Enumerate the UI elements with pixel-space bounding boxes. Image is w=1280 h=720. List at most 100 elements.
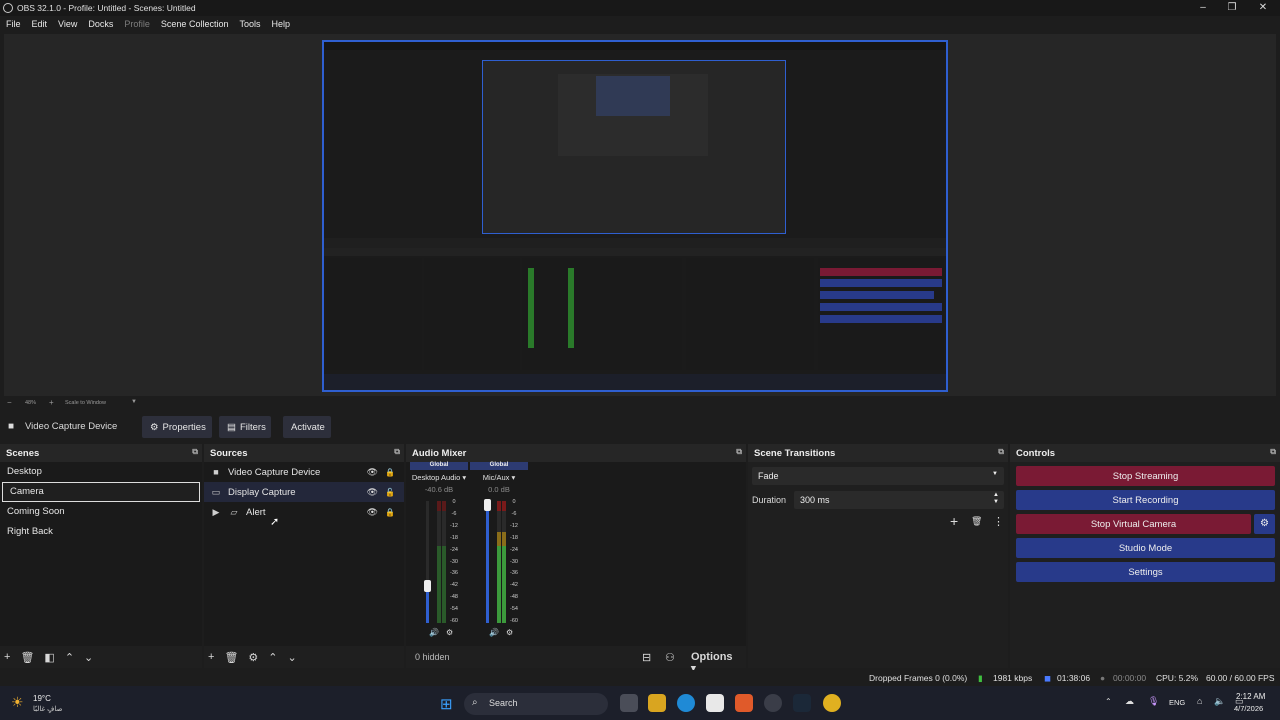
scale-mode[interactable]: Scale to Window (65, 400, 106, 406)
cloud-icon[interactable]: ☁ (1125, 696, 1134, 707)
store-icon[interactable] (706, 694, 724, 712)
spin-arrows-icon[interactable]: ▲ ▼ (993, 492, 999, 506)
menu-file[interactable]: File (6, 19, 21, 29)
transition-select[interactable]: Fade ▼ (752, 467, 1004, 485)
add-transition-icon[interactable]: + (950, 513, 958, 529)
mic-volume-handle[interactable] (484, 499, 491, 511)
taskbar-search-box[interactable]: ⌕ Search (464, 693, 608, 715)
channel-gear-icon[interactable]: ⚙ (506, 628, 513, 637)
add-icon[interactable]: + (208, 651, 214, 663)
visibility-eye-icon[interactable]: 👁 (367, 487, 378, 498)
undock-icon[interactable]: ⧉ (192, 447, 198, 457)
gear-icon: ⚙ (150, 421, 159, 433)
source-item-alert[interactable]: ▶ ▱ Alert 👁 🔒 (204, 502, 404, 522)
chevron-down-icon[interactable]: ▼ (131, 399, 137, 405)
move-up-icon[interactable]: ⌃ (65, 651, 74, 664)
speaker-icon[interactable]: 🔊 (429, 628, 439, 637)
channel-db-readout: -40.6 dB (424, 485, 454, 494)
move-up-icon[interactable]: ⌃ (268, 651, 277, 664)
menu-profile[interactable]: Profile (124, 19, 150, 29)
stop-virtual-camera-button[interactable]: Stop Virtual Camera (1016, 514, 1251, 534)
sources-list: ■ Video Capture Device 👁 🔒 ▭ Display Cap… (204, 462, 404, 646)
meter-scale-tick: -36 (510, 570, 518, 577)
chrome-icon[interactable] (823, 694, 841, 712)
microphone-icon[interactable]: 🎙 (1148, 696, 1159, 707)
trash-icon[interactable]: 🗑 (971, 516, 982, 527)
weather-icon[interactable]: ☀ (11, 694, 24, 711)
visibility-eye-icon[interactable]: 👁 (367, 507, 378, 518)
menu-edit[interactable]: Edit (32, 19, 48, 29)
lock-open-icon[interactable]: 🔓 (385, 488, 395, 497)
layout-icon[interactable]: ⊟ (642, 651, 651, 664)
menu-help[interactable]: Help (271, 19, 290, 29)
clock-time[interactable]: 2:12 AM (1236, 692, 1265, 701)
speaker-icon[interactable]: 🔊 (489, 628, 499, 637)
language-indicator[interactable]: ENG (1169, 698, 1185, 707)
trash-icon[interactable]: 🗑 (224, 651, 238, 664)
source-item-display-capture[interactable]: ▭ Display Capture 👁 🔓 (204, 482, 404, 502)
activate-button[interactable]: Activate (283, 416, 331, 438)
filters-button[interactable]: ▤ Filters (219, 416, 271, 438)
studio-mode-button[interactable]: Studio Mode (1016, 538, 1275, 558)
windows-start-icon[interactable]: ⊞ (440, 695, 453, 713)
lock-icon[interactable]: 🔒 (385, 468, 395, 477)
obs-taskbar-icon[interactable] (764, 694, 782, 712)
virtual-camera-settings-gear-icon[interactable]: ⚙ (1254, 514, 1275, 534)
channel-name-dropdown[interactable]: Desktop Audio ▾ (410, 473, 468, 482)
properties-button[interactable]: ⚙ Properties (142, 416, 212, 438)
scene-item-coming-soon[interactable]: Coming Soon (0, 502, 202, 522)
trash-icon[interactable]: 🗑 (20, 651, 34, 664)
desktop-volume-handle[interactable] (424, 580, 431, 593)
steam-icon[interactable] (793, 694, 811, 712)
maximize-icon[interactable]: ❐ (1215, 0, 1249, 16)
undock-icon[interactable]: ⧉ (998, 447, 1004, 457)
scene-item-desktop[interactable]: Desktop (0, 462, 202, 482)
duration-spinbox[interactable]: 300 ms ▲ ▼ (794, 491, 1004, 509)
start-recording-button[interactable]: Start Recording (1016, 490, 1275, 510)
close-button[interactable]: ✕ (1246, 0, 1280, 16)
menu-docks[interactable]: Docks (88, 19, 113, 29)
add-icon[interactable]: + (4, 651, 10, 663)
link-icon[interactable]: ⚇ (665, 651, 675, 664)
scene-item-right-back[interactable]: Right Back (0, 522, 202, 542)
filter-icon[interactable]: ◧ (44, 651, 54, 664)
clock-date[interactable]: 4/7/2026 (1234, 704, 1263, 713)
visibility-eye-icon[interactable]: 👁 (367, 467, 378, 478)
expand-arrow-icon[interactable]: ▶ (210, 507, 222, 518)
transitions-header: Scene Transitions ⧉ (748, 444, 1008, 462)
meter-scale-tick: -12 (450, 522, 458, 529)
move-down-icon[interactable]: ⌄ (84, 651, 93, 664)
weather-temp[interactable]: 19°C (33, 694, 51, 703)
channel-name-dropdown[interactable]: Mic/Aux ▾ (470, 473, 528, 482)
preview-capture-image[interactable] (322, 40, 948, 392)
lock-icon[interactable]: 🔒 (385, 508, 395, 517)
undock-icon[interactable]: ⧉ (1270, 447, 1276, 457)
stop-streaming-button[interactable]: Stop Streaming (1016, 466, 1275, 486)
channel-scope-badge: Global (410, 462, 468, 470)
meter-scale-tick: -24 (450, 546, 458, 553)
task-view-icon[interactable] (620, 694, 638, 712)
tray-chevron-up-icon[interactable]: ⌃ (1105, 697, 1112, 706)
volume-icon[interactable]: 🔈 (1214, 696, 1225, 707)
brave-icon[interactable] (735, 694, 753, 712)
menu-view[interactable]: View (58, 19, 77, 29)
gear-icon[interactable]: ⚙ (248, 651, 258, 664)
zoom-out-button[interactable]: − (7, 398, 12, 407)
menu-scene-collection[interactable]: Scene Collection (161, 19, 229, 29)
weather-desc[interactable]: صافٍ غالبًا (33, 705, 62, 713)
zoom-in-button[interactable]: + (49, 398, 54, 407)
menu-tools[interactable]: Tools (239, 19, 260, 29)
more-options-icon[interactable]: ⋮ (993, 515, 1004, 528)
channel-gear-icon[interactable]: ⚙ (446, 628, 453, 637)
meter-scale-tick: -48 (450, 594, 458, 601)
scene-item-camera[interactable]: Camera (2, 482, 200, 502)
move-down-icon[interactable]: ⌄ (288, 651, 297, 664)
undock-icon[interactable]: ⧉ (736, 447, 742, 457)
settings-button[interactable]: Settings (1016, 562, 1275, 582)
menu-bar: File Edit View Docks Profile Scene Colle… (0, 16, 1280, 32)
network-icon[interactable]: ⌂ (1197, 696, 1202, 706)
undock-icon[interactable]: ⧉ (394, 447, 400, 457)
source-item-video-capture[interactable]: ■ Video Capture Device 👁 🔒 (204, 462, 404, 482)
file-explorer-icon[interactable] (648, 694, 666, 712)
edge-icon[interactable] (677, 694, 695, 712)
